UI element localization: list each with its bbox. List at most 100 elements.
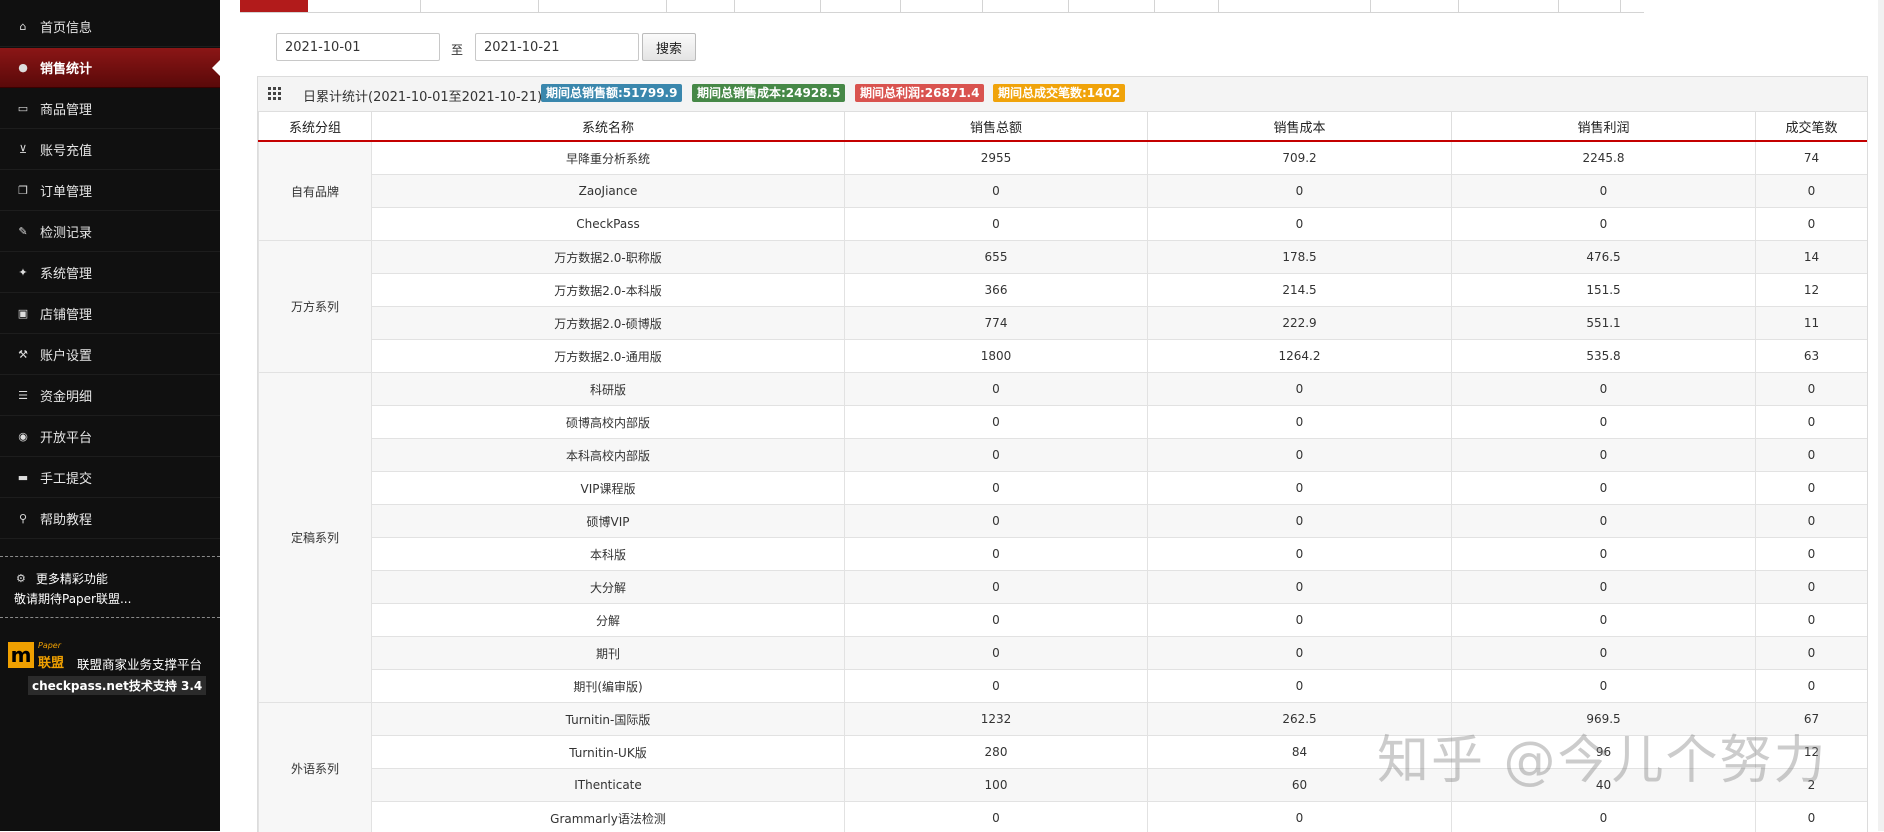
sidebar-item-0[interactable]: ⌂首页信息: [0, 7, 220, 47]
table-cell: 2245.8: [1452, 141, 1756, 175]
tab[interactable]: [420, 0, 539, 12]
table-cell: 476.5: [1452, 241, 1756, 274]
sidebar-item-12[interactable]: ⚲ 帮助教程: [0, 499, 220, 539]
table-cell: 硕博VIP: [372, 505, 845, 538]
table-cell: 0: [1756, 802, 1868, 832]
table-cell: 0: [1452, 373, 1756, 406]
table-cell: 0: [1452, 505, 1756, 538]
stats-header: 日累计统计(2021-10-01至2021-10-21) 期间总销售额:5179…: [258, 77, 1867, 112]
group-cell: 万方系列: [259, 241, 372, 373]
sidebar-item-label: 帮助教程: [40, 509, 92, 528]
group-cell: 自有品牌: [259, 141, 372, 241]
search-icon: ⚲: [16, 512, 30, 525]
table-row: 万方系列万方数据2.0-职称版655178.5476.514: [259, 241, 1868, 274]
stats-badge: 期间总成交笔数:1402: [993, 84, 1125, 102]
tab-active[interactable]: [240, 0, 308, 12]
table-row: ZaoJiance0000: [259, 175, 1868, 208]
tab[interactable]: [1218, 0, 1371, 12]
table-row: 定稿系列科研版0000: [259, 373, 1868, 406]
tab[interactable]: [1458, 0, 1559, 12]
table-cell: ZaoJiance: [372, 175, 845, 208]
sidebar: ⌂首页信息 ● 销售统计 ▭ 商品管理 ⊻账号充值❐订单管理✎检测记录✦系统管理▣店铺管理…: [0, 0, 220, 831]
tab[interactable]: [538, 0, 667, 12]
sidebar-item-label: 首页信息: [40, 17, 92, 36]
tab[interactable]: [666, 0, 735, 12]
table-cell: 0: [1452, 604, 1756, 637]
brand-box: m Paper 联盟 联盟商家业务支撑平台 checkpass.net技术支持 …: [0, 636, 220, 706]
folder-icon: ▬: [16, 471, 30, 484]
stats-badge: 期间总销售额:51799.9: [541, 84, 682, 102]
sidebar-item-label: 销售统计: [40, 58, 92, 77]
sidebar-item-10[interactable]: ◉开放平台: [0, 417, 220, 457]
sidebar-item-label: 账户设置: [40, 345, 92, 364]
table-cell: 0: [1452, 637, 1756, 670]
tab[interactable]: [982, 0, 1069, 12]
table-cell: VIP课程版: [372, 472, 845, 505]
table-cell: 本科高校内部版: [372, 439, 845, 472]
tab[interactable]: [308, 0, 421, 12]
table-cell: 0: [1452, 406, 1756, 439]
table-cell: Turnitin-UK版: [372, 736, 845, 769]
sidebar-item-2[interactable]: ▭ 商品管理: [0, 89, 220, 129]
user-icon: ●: [16, 61, 30, 74]
start-date-input[interactable]: [276, 33, 440, 61]
table-row: 万方数据2.0-通用版18001264.2535.863: [259, 340, 1868, 373]
credit-card-icon: ▭: [16, 102, 30, 115]
brand-title: 联盟商家业务支撑平台: [77, 654, 202, 673]
sidebar-item-4[interactable]: ❐订单管理: [0, 171, 220, 211]
table-cell: 万方数据2.0-通用版: [372, 340, 845, 373]
tab[interactable]: [900, 0, 983, 12]
zhihu-watermark: 知乎 @今儿个努力: [1377, 718, 1828, 793]
page-scrollbar[interactable]: [1878, 0, 1884, 831]
table-cell: 0: [1452, 802, 1756, 832]
table-row: 大分解0000: [259, 571, 1868, 604]
sidebar-item-3[interactable]: ⊻账号充值: [0, 130, 220, 170]
tab[interactable]: [734, 0, 821, 12]
table-cell: 0: [1148, 571, 1452, 604]
end-date-input[interactable]: [475, 33, 639, 61]
copy-icon: ❐: [16, 184, 30, 197]
column-header: 系统分组: [259, 112, 372, 142]
sidebar-item-5[interactable]: ✎检测记录: [0, 212, 220, 252]
sidebar-item-9[interactable]: ☰资金明细: [0, 376, 220, 416]
wrench-icon: ✦: [16, 266, 30, 279]
table-cell: 0: [1148, 472, 1452, 505]
table-cell: 0: [845, 373, 1148, 406]
table-cell: 科研版: [372, 373, 845, 406]
tab[interactable]: [1370, 0, 1459, 12]
tab[interactable]: [1558, 0, 1621, 12]
sidebar-item-7[interactable]: ▣店铺管理: [0, 294, 220, 334]
sidebar-item-label: 商品管理: [40, 99, 92, 118]
sidebar-item-1[interactable]: ● 销售统计: [0, 48, 220, 88]
table-cell: 硕博高校内部版: [372, 406, 845, 439]
table-cell: 0: [1756, 439, 1868, 472]
sidebar-item-6[interactable]: ✦系统管理: [0, 253, 220, 293]
table-cell: 分解: [372, 604, 845, 637]
tab[interactable]: [1154, 0, 1219, 12]
hammer-icon: ⚒: [16, 348, 30, 361]
table-cell: 12: [1756, 274, 1868, 307]
stats-title: 日累计统计(2021-10-01至2021-10-21): [303, 86, 542, 105]
sidebar-item-11[interactable]: ▬ 手工提交: [0, 458, 220, 498]
table-cell: 0: [1148, 670, 1452, 703]
table-cell: 0: [1756, 208, 1868, 241]
sidebar-item-label: 手工提交: [40, 468, 92, 487]
table-cell: 0: [1148, 604, 1452, 637]
search-button[interactable]: 搜索: [642, 33, 696, 61]
table-cell: 0: [1756, 604, 1868, 637]
table-cell: 0: [1148, 439, 1452, 472]
table-cell: 0: [1756, 175, 1868, 208]
tab[interactable]: [820, 0, 901, 12]
table-cell: 0: [1148, 637, 1452, 670]
table-row: VIP课程版0000: [259, 472, 1868, 505]
table-cell: 0: [1756, 637, 1868, 670]
table-cell: IThenticate: [372, 769, 845, 802]
sidebar-item-label: 开放平台: [40, 427, 92, 446]
sidebar-item-label: 店铺管理: [40, 304, 92, 323]
table-cell: 万方数据2.0-本科版: [372, 274, 845, 307]
table-cell: 100: [845, 769, 1148, 802]
table-cell: 0: [845, 670, 1148, 703]
sidebar-item-8[interactable]: ⚒ 账户设置: [0, 335, 220, 375]
tab[interactable]: [1068, 0, 1155, 12]
table-cell: 0: [1452, 439, 1756, 472]
